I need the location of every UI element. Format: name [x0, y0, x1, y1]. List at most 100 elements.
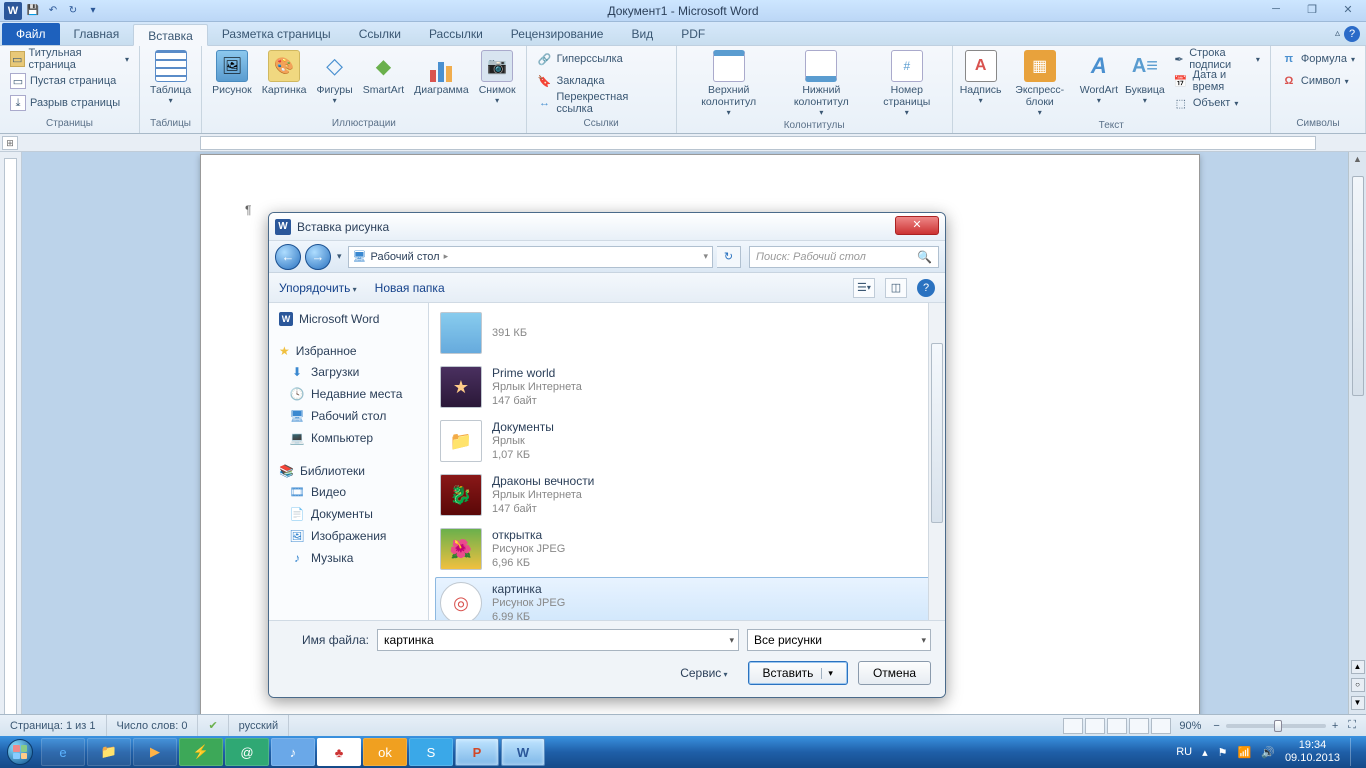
header-button[interactable]: Верхний колонтитул: [683, 48, 775, 119]
preview-pane-button[interactable]: ◫: [885, 278, 907, 298]
redo-icon[interactable]: ↻: [64, 2, 82, 20]
dialog-titlebar[interactable]: W Вставка рисунка ✕: [269, 213, 945, 241]
tab-home[interactable]: Главная: [60, 23, 134, 45]
nav-favorites[interactable]: ★Избранное: [269, 341, 428, 361]
smartart-button[interactable]: ◆SmartArt: [359, 48, 408, 98]
tab-review[interactable]: Рецензирование: [497, 23, 618, 45]
bookmark-button[interactable]: 🔖Закладка: [533, 70, 670, 92]
vertical-scrollbar[interactable]: ▲ ▲ ○ ▼: [1348, 152, 1366, 714]
scroll-thumb[interactable]: [1352, 176, 1364, 396]
taskbar-cards-icon[interactable]: ♣: [317, 738, 361, 766]
taskbar-powerpoint-icon[interactable]: P: [455, 738, 499, 766]
file-item[interactable]: 🌺 открытка Рисунок JPEG 6,96 КБ: [435, 523, 939, 575]
view-outline-icon[interactable]: [1129, 718, 1149, 734]
filelist-scrollbar[interactable]: [928, 303, 945, 620]
tab-references[interactable]: Ссылки: [345, 23, 415, 45]
nav-computer[interactable]: 💻Компьютер: [269, 427, 428, 449]
taskbar-ie-icon[interactable]: e: [41, 738, 85, 766]
address-bar[interactable]: 🖥 Рабочий стол ▸ ▾: [348, 246, 713, 268]
search-icon[interactable]: 🔍: [917, 250, 932, 264]
cancel-button[interactable]: Отмена: [858, 661, 931, 685]
help-icon[interactable]: ?: [1344, 26, 1360, 42]
cover-page-button[interactable]: ▭Титульная страница: [6, 48, 133, 70]
minimize-button[interactable]: ─: [1262, 0, 1290, 18]
taskbar-music-icon[interactable]: ♪: [271, 738, 315, 766]
textbox-button[interactable]: AНадпись: [959, 48, 1003, 107]
taskbar-media-icon[interactable]: ▶: [133, 738, 177, 766]
nav-forward-button[interactable]: →: [305, 244, 331, 270]
newfolder-button[interactable]: Новая папка: [375, 281, 445, 295]
nav-history-dropdown[interactable]: ▾: [335, 251, 344, 262]
nav-pictures[interactable]: 🖼Изображения: [269, 525, 428, 547]
status-words[interactable]: Число слов: 0: [107, 715, 199, 736]
dropcap-button[interactable]: A≡Буквица: [1123, 48, 1167, 107]
file-item[interactable]: ★ Prime world Ярлык Интернета 147 байт: [435, 361, 939, 413]
taskbar-app1-icon[interactable]: ⚡: [179, 738, 223, 766]
chevron-right-icon[interactable]: ▸: [444, 251, 449, 262]
tray-clock[interactable]: 19:34 09.10.2013: [1285, 739, 1340, 765]
datetime-button[interactable]: 📅Дата и время: [1169, 70, 1264, 92]
horizontal-ruler[interactable]: ⊞: [0, 134, 1366, 152]
page-break-button[interactable]: ⤓Разрыв страницы: [6, 92, 133, 114]
tray-flag-icon[interactable]: ⚑: [1218, 746, 1228, 759]
view-fullscreen-icon[interactable]: [1085, 718, 1105, 734]
status-proofing[interactable]: ✔: [198, 715, 228, 736]
file-item[interactable]: 🐉 Драконы вечности Ярлык Интернета 147 б…: [435, 469, 939, 521]
pagenum-button[interactable]: #Номер страницы: [868, 48, 946, 119]
file-item-selected[interactable]: ◎ картинка Рисунок JPEG 6,99 КБ: [435, 577, 939, 620]
taskbar-ok-icon[interactable]: ok: [363, 738, 407, 766]
clipart-button[interactable]: 🎨Картинка: [258, 48, 311, 98]
object-button[interactable]: ⬚Объект: [1169, 92, 1264, 114]
view-mode-button[interactable]: ☰: [853, 278, 875, 298]
show-desktop-button[interactable]: [1350, 738, 1358, 766]
shapes-button[interactable]: ◇Фигуры: [312, 48, 356, 107]
zoom-fit-icon[interactable]: ⛶: [1344, 719, 1360, 732]
table-button[interactable]: Таблица: [146, 48, 195, 107]
status-language[interactable]: русский: [229, 715, 289, 736]
vertical-ruler[interactable]: [0, 152, 22, 714]
insert-split-icon[interactable]: ▾: [821, 668, 833, 679]
file-item[interactable]: 391 КБ: [435, 307, 939, 359]
insert-button[interactable]: Вставить▾: [748, 661, 848, 685]
tray-network-icon[interactable]: 📶: [1238, 746, 1252, 759]
save-icon[interactable]: 💾: [24, 2, 42, 20]
blank-page-button[interactable]: ▭Пустая страница: [6, 70, 133, 92]
next-page-icon[interactable]: ▼: [1351, 696, 1365, 710]
prev-page-icon[interactable]: ▲: [1351, 660, 1365, 674]
symbol-button[interactable]: ΩСимвол: [1277, 70, 1359, 92]
chevron-down-icon[interactable]: ▾: [921, 635, 926, 646]
equation-button[interactable]: πФормула: [1277, 48, 1359, 70]
tab-view[interactable]: Вид: [617, 23, 667, 45]
taskbar-explorer-icon[interactable]: 📁: [87, 738, 131, 766]
nav-documents[interactable]: 📄Документы: [269, 503, 428, 525]
tab-layout[interactable]: Разметка страницы: [208, 23, 345, 45]
browse-object-icon[interactable]: ○: [1351, 678, 1365, 692]
scroll-up-icon[interactable]: ▲: [1351, 152, 1364, 166]
view-print-layout-icon[interactable]: [1063, 718, 1083, 734]
tab-insert[interactable]: Вставка: [133, 24, 208, 46]
close-button[interactable]: ✕: [1334, 0, 1362, 18]
organize-button[interactable]: Упорядочить: [279, 281, 357, 295]
restore-button[interactable]: ❐: [1298, 0, 1326, 18]
zoom-out-button[interactable]: −: [1209, 720, 1223, 732]
nav-word[interactable]: WMicrosoft Word: [269, 309, 428, 329]
sigline-button[interactable]: ✒Строка подписи: [1169, 48, 1264, 70]
chart-button[interactable]: Диаграмма: [410, 48, 473, 98]
dialog-close-button[interactable]: ✕: [895, 216, 939, 235]
zoom-value[interactable]: 90%: [1179, 720, 1201, 732]
view-web-icon[interactable]: [1107, 718, 1127, 734]
undo-icon[interactable]: ↶: [44, 2, 62, 20]
nav-recent[interactable]: 🕓Недавние места: [269, 383, 428, 405]
filetype-filter[interactable]: Все рисунки▾: [747, 629, 931, 651]
tab-pdf[interactable]: PDF: [667, 23, 719, 45]
taskbar-skype-icon[interactable]: S: [409, 738, 453, 766]
tab-mailings[interactable]: Рассылки: [415, 23, 497, 45]
nav-downloads[interactable]: ⬇Загрузки: [269, 361, 428, 383]
file-item[interactable]: 📁 Документы Ярлык 1,07 КБ: [435, 415, 939, 467]
chevron-down-icon[interactable]: ▾: [729, 635, 734, 646]
tray-volume-icon[interactable]: 🔊: [1261, 746, 1275, 759]
nav-back-button[interactable]: ←: [275, 244, 301, 270]
address-dropdown-icon[interactable]: ▾: [703, 251, 708, 262]
footer-button[interactable]: Нижний колонтитул: [777, 48, 866, 119]
refresh-button[interactable]: ↻: [717, 246, 741, 268]
